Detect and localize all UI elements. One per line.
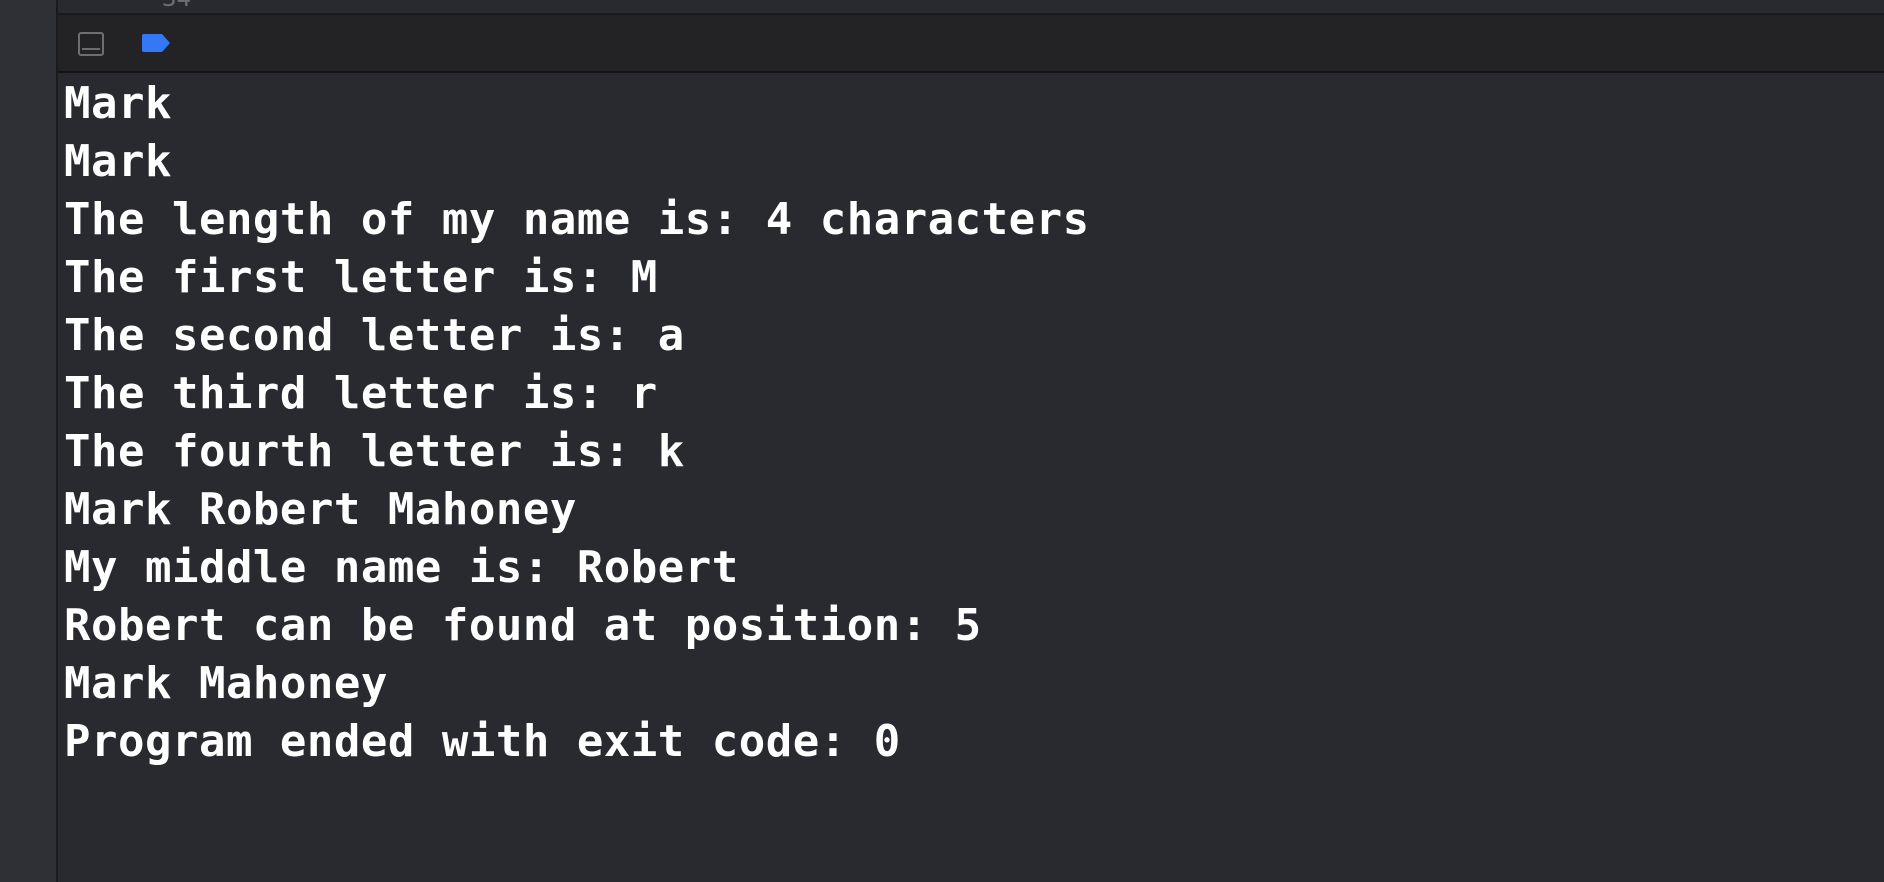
- console-line: The third letter is: r: [64, 368, 658, 419]
- console-line: Mark: [64, 136, 172, 187]
- line-number: 34: [162, 0, 191, 10]
- left-gutter: [0, 0, 58, 882]
- console-line: The fourth letter is: k: [64, 426, 685, 477]
- debug-toolbar: [58, 15, 1884, 73]
- console-line: The first letter is: M: [64, 252, 658, 303]
- console-line: Mark: [64, 78, 172, 129]
- console-line: The length of my name is: 4 characters: [64, 194, 1090, 245]
- console-line: Robert can be found at position: 5: [64, 600, 982, 651]
- console-line: Mark Mahoney: [64, 658, 388, 709]
- console-line: My middle name is: Robert: [64, 542, 739, 593]
- editor-area-bottom: 34: [58, 0, 1884, 15]
- console-output[interactable]: Mark Mark The length of my name is: 4 ch…: [58, 73, 1884, 882]
- console-line: Mark Robert Mahoney: [64, 484, 577, 535]
- console-line: Program ended with exit code: 0: [64, 716, 901, 767]
- console-line: The second letter is: a: [64, 310, 685, 361]
- breakpoints-toggle-icon[interactable]: [140, 33, 172, 53]
- xcode-debug-console-window: 34 Mark Mark The length of my name is: 4…: [0, 0, 1884, 882]
- hide-debug-area-icon[interactable]: [78, 32, 104, 56]
